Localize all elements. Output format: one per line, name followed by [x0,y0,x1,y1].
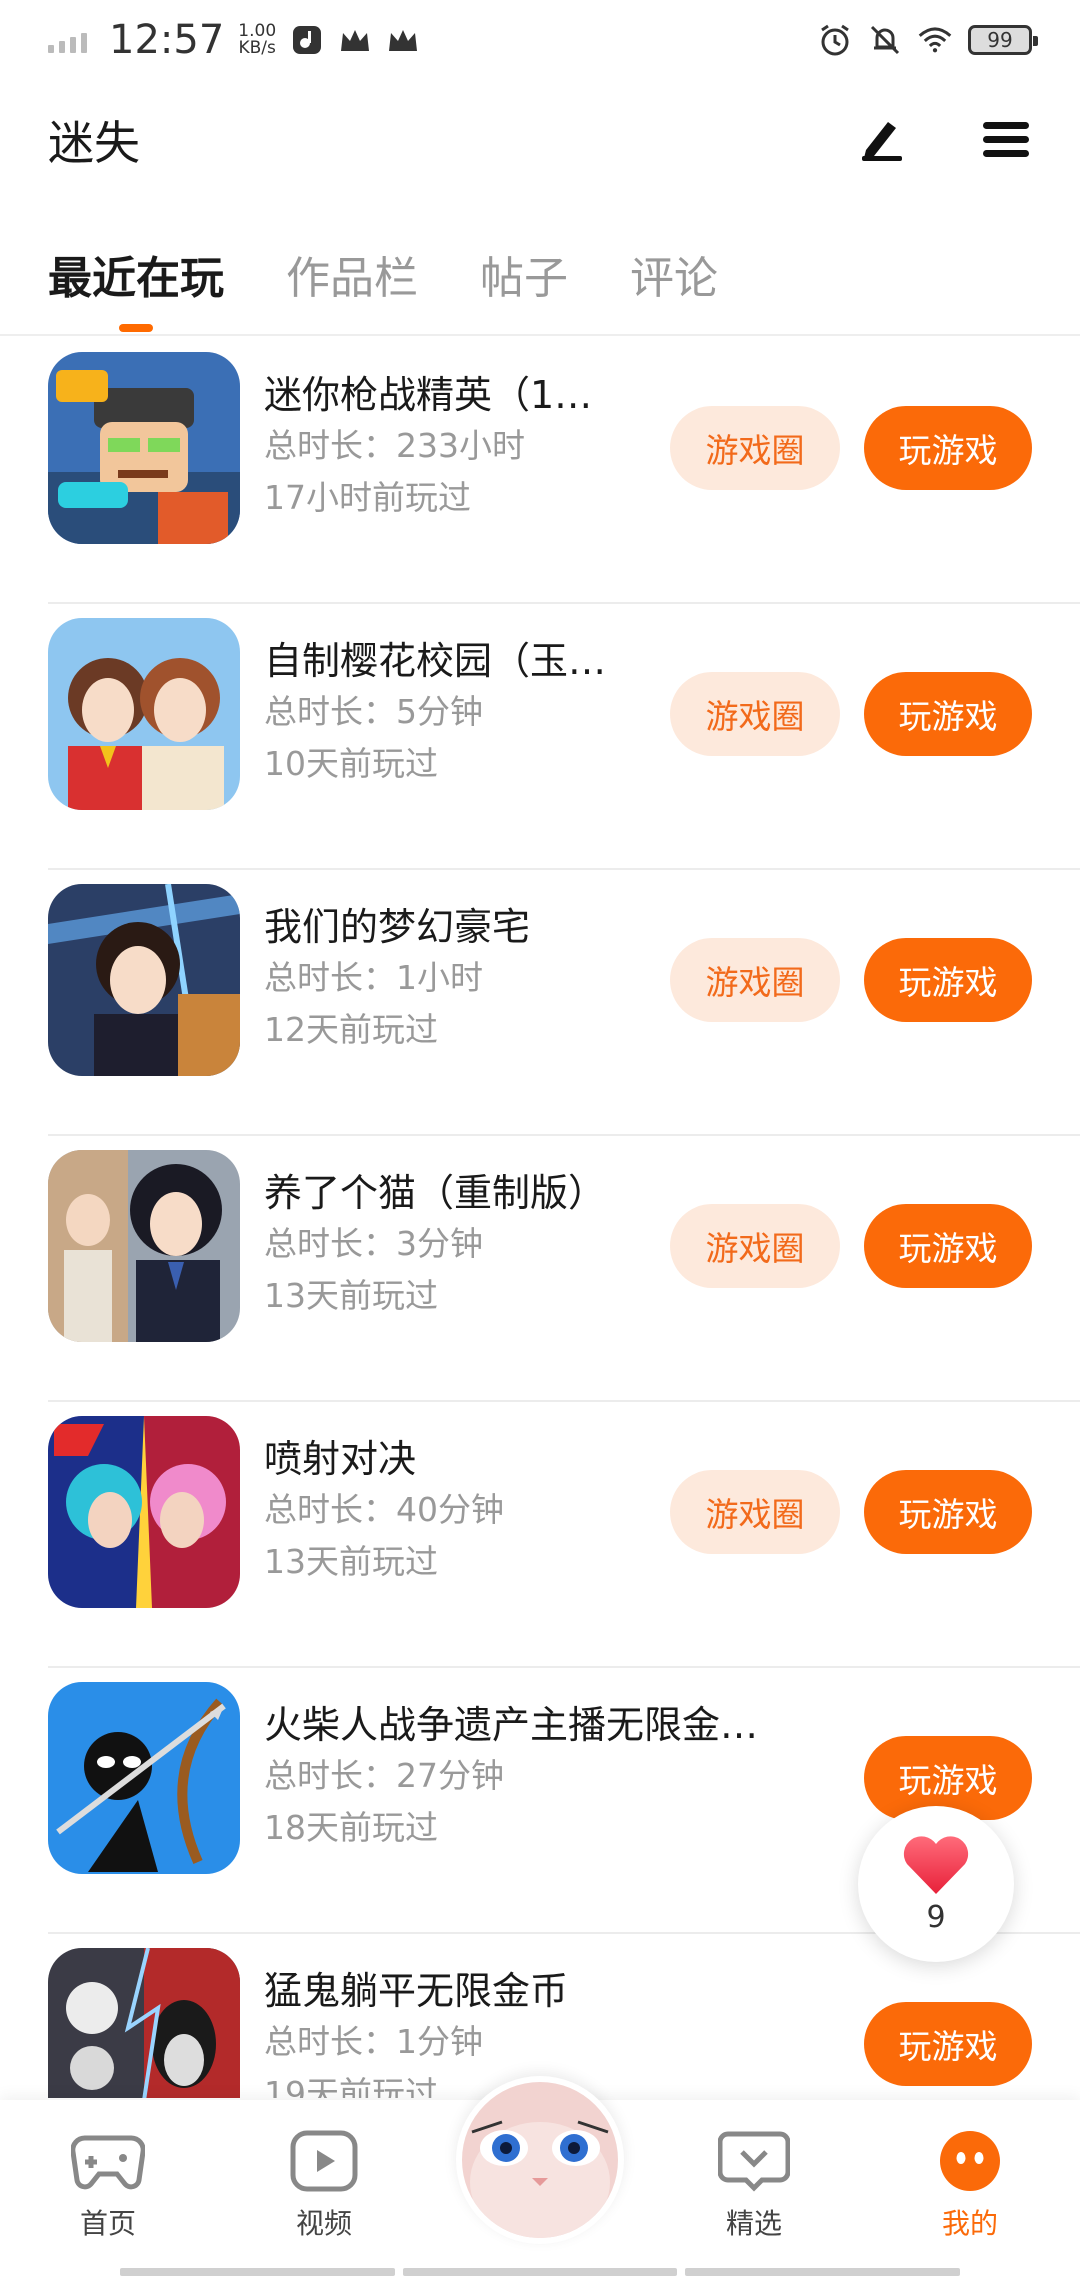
play-duration: 总时长：40分钟 [264,1490,504,1529]
play-duration: 总时长：1分钟 [264,2022,483,2061]
alarm-icon [818,23,852,57]
nav-mine-label: 我的 [941,2207,998,2240]
network-speed: 1.00 KB/s [238,23,276,57]
list-item[interactable]: 自制樱花校园（玉… 总时长：5分钟 10天前玩过 游戏圈 玩游戏 [0,604,1080,870]
game-icon[interactable] [48,1416,240,1608]
hamburger-menu-icon [983,122,1029,157]
play-duration: 总时长：233小时 [264,426,525,465]
list-item[interactable]: 我们的梦幻豪宅 总时长：1小时 12天前玩过 游戏圈 玩游戏 [0,870,1080,1136]
play-game-button[interactable]: 玩游戏 [864,2002,1032,2086]
play-duration: 总时长：1小时 [264,958,483,997]
heart-icon [903,1835,969,1894]
play-duration: 总时长：5分钟 [264,692,483,731]
mute-bell-icon [868,23,902,57]
nav-video[interactable]: 视频 [254,2130,394,2242]
edit-button[interactable] [856,114,908,166]
game-circle-button[interactable]: 游戏圈 [670,1204,840,1288]
game-name: 火柴人战争遗产主播无限金… [264,1703,759,1747]
game-circle-button[interactable]: 游戏圈 [670,406,840,490]
nav-featured[interactable]: 精选 [684,2130,824,2242]
app-header: 迷失 [0,80,1080,200]
profile-tabs: 最近在玩 作品栏 帖子 评论 [0,232,1080,336]
game-name: 猛鬼躺平无限金币 [264,1969,569,2013]
status-time: 12:57 [109,17,225,63]
last-played: 12天前玩过 [264,1010,438,1049]
last-played: 19天前玩过 [264,2074,438,2098]
tab-comments[interactable]: 评论 [630,232,718,336]
nav-video-label: 视频 [295,2207,352,2240]
last-played: 17小时前玩过 [264,478,471,517]
last-played: 13天前玩过 [264,1542,438,1581]
music-app-icon [290,23,324,57]
heart-chat-icon [718,2131,790,2192]
play-duration: 总时长：27分钟 [264,1756,504,1795]
play-game-button[interactable]: 玩游戏 [864,1204,1032,1288]
nav-home[interactable]: 首页 [38,2130,178,2242]
signal-icon [48,27,87,53]
game-name: 自制樱花校园（玉… [264,639,607,683]
wifi-icon [918,23,952,57]
tab-posts[interactable]: 帖子 [480,232,568,336]
game-name: 养了个猫（重制版） [264,1171,607,1215]
game-icon[interactable] [48,1948,240,2098]
list-item[interactable]: 迷你枪战精英（1… 总时长：233小时 17小时前玩过 游戏圈 玩游戏 [0,338,1080,604]
battery-icon: 99 [968,25,1038,55]
list-item[interactable]: 喷射对决 总时长：40分钟 13天前玩过 游戏圈 玩游戏 [0,1402,1080,1668]
center-avatar-button[interactable] [456,2076,624,2244]
last-played: 13天前玩过 [264,1276,438,1315]
play-duration: 总时长：3分钟 [264,1224,483,1263]
game-circle-button[interactable]: 游戏圈 [670,1470,840,1554]
play-game-button[interactable]: 玩游戏 [864,406,1032,490]
menu-button[interactable] [980,114,1032,166]
game-icon[interactable] [48,1682,240,1874]
play-game-button[interactable]: 玩游戏 [864,672,1032,756]
play-game-button[interactable]: 玩游戏 [864,1470,1032,1554]
game-name: 喷射对决 [264,1437,417,1481]
pen-icon [862,122,902,161]
like-button[interactable]: 9 [858,1806,1014,1962]
gamepad-icon [71,2135,145,2190]
play-game-button[interactable]: 玩游戏 [864,938,1032,1022]
tab-recently-played[interactable]: 最近在玩 [48,232,224,336]
battery-level: 99 [987,28,1013,52]
status-bar: 12:57 1.00 KB/s 99 [0,0,1080,80]
nav-mine[interactable]: 我的 [900,2130,1040,2242]
list-item[interactable]: 养了个猫（重制版） 总时长：3分钟 13天前玩过 游戏圈 玩游戏 [0,1136,1080,1402]
smiley-icon [940,2131,1000,2191]
avatar [462,2082,618,2238]
last-played: 10天前玩过 [264,744,438,783]
game-icon[interactable] [48,618,240,810]
game-circle-button[interactable]: 游戏圈 [670,938,840,1022]
game-circle-button[interactable]: 游戏圈 [670,672,840,756]
game-icon[interactable] [48,1150,240,1342]
last-played: 18天前玩过 [264,1808,438,1847]
like-count: 9 [926,1899,946,1935]
nav-home-label: 首页 [79,2207,136,2240]
page-title: 迷失 [48,116,140,170]
game-name: 迷你枪战精英（1… [264,373,593,417]
game-icon[interactable] [48,352,240,544]
network-speed-unit: KB/s [238,38,276,58]
crown-icon [338,23,372,57]
home-indicator [120,2268,961,2276]
tab-works[interactable]: 作品栏 [286,232,418,336]
bottom-nav: 首页 视频 精选 我的 [0,2076,1080,2280]
game-icon[interactable] [48,884,240,1076]
game-name: 我们的梦幻豪宅 [264,905,531,949]
nav-featured-label: 精选 [725,2207,782,2240]
video-play-icon [290,2130,358,2192]
crown-icon [386,23,420,57]
